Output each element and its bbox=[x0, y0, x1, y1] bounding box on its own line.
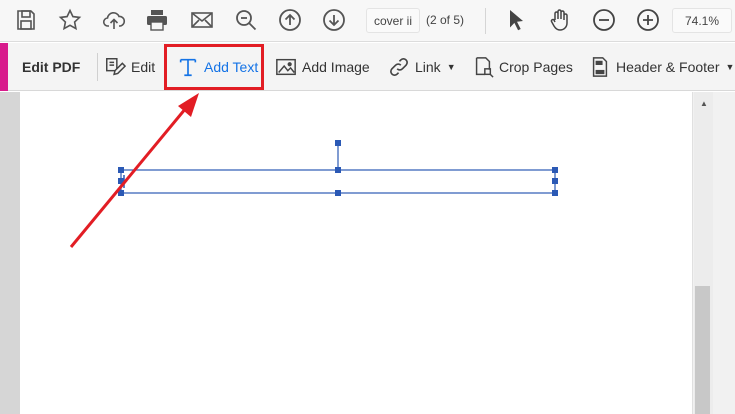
edit-label: Edit bbox=[131, 59, 156, 75]
zoom-search-icon[interactable] bbox=[231, 5, 261, 35]
top-toolbar: cover ii (2 of 5) 74.1% bbox=[0, 0, 735, 42]
next-page-icon[interactable] bbox=[319, 5, 349, 35]
left-panel-rail bbox=[0, 92, 20, 414]
scrollbar-thumb[interactable] bbox=[695, 286, 710, 414]
link-icon bbox=[390, 58, 408, 76]
crop-pages-button[interactable]: Crop Pages bbox=[472, 54, 573, 80]
edit-pencil-icon bbox=[106, 58, 126, 76]
select-pointer-icon[interactable] bbox=[501, 5, 531, 35]
upload-cloud-icon[interactable] bbox=[99, 5, 129, 35]
page-number-input[interactable]: cover ii bbox=[366, 8, 420, 33]
vertical-scrollbar[interactable]: ▲ bbox=[692, 92, 735, 414]
hand-pan-icon[interactable] bbox=[545, 5, 575, 35]
header-footer-button[interactable]: Header & Footer ▼ bbox=[589, 54, 734, 80]
page-count: (2 of 5) bbox=[426, 13, 465, 27]
prev-page-icon[interactable] bbox=[275, 5, 305, 35]
edit-pdf-accent-bar bbox=[0, 43, 8, 91]
add-text-highlight-box bbox=[164, 44, 264, 90]
add-image-label: Add Image bbox=[302, 59, 370, 75]
scroll-up-icon[interactable]: ▲ bbox=[698, 96, 710, 110]
pdf-page[interactable] bbox=[20, 92, 692, 414]
print-icon[interactable] bbox=[142, 5, 172, 35]
edit-button[interactable]: Edit bbox=[104, 54, 155, 80]
chevron-down-icon: ▼ bbox=[446, 62, 456, 72]
header-footer-icon bbox=[592, 57, 608, 77]
save-icon[interactable] bbox=[11, 5, 41, 35]
zoom-in-icon[interactable] bbox=[633, 5, 663, 35]
zoom-level-field[interactable]: 74.1% bbox=[672, 8, 732, 33]
document-area: ▲ bbox=[0, 92, 735, 414]
crop-pages-label: Crop Pages bbox=[499, 59, 573, 75]
image-icon bbox=[276, 58, 296, 76]
edit-pdf-toolbar: Edit PDF Edit Add Text Add Image Link ▼ … bbox=[0, 43, 735, 91]
link-button[interactable]: Link ▼ bbox=[388, 54, 456, 80]
edit-pdf-title: Edit PDF bbox=[22, 59, 81, 75]
crop-icon bbox=[475, 57, 494, 78]
toolbar-divider bbox=[485, 8, 486, 34]
email-icon[interactable] bbox=[187, 5, 217, 35]
chevron-down-icon: ▼ bbox=[725, 62, 735, 72]
link-label: Link bbox=[415, 59, 441, 75]
zoom-out-icon[interactable] bbox=[589, 5, 619, 35]
bookmark-star-icon[interactable] bbox=[55, 5, 85, 35]
add-image-button[interactable]: Add Image bbox=[275, 54, 370, 80]
header-footer-label: Header & Footer bbox=[616, 59, 720, 75]
toolbar-divider bbox=[97, 53, 98, 81]
